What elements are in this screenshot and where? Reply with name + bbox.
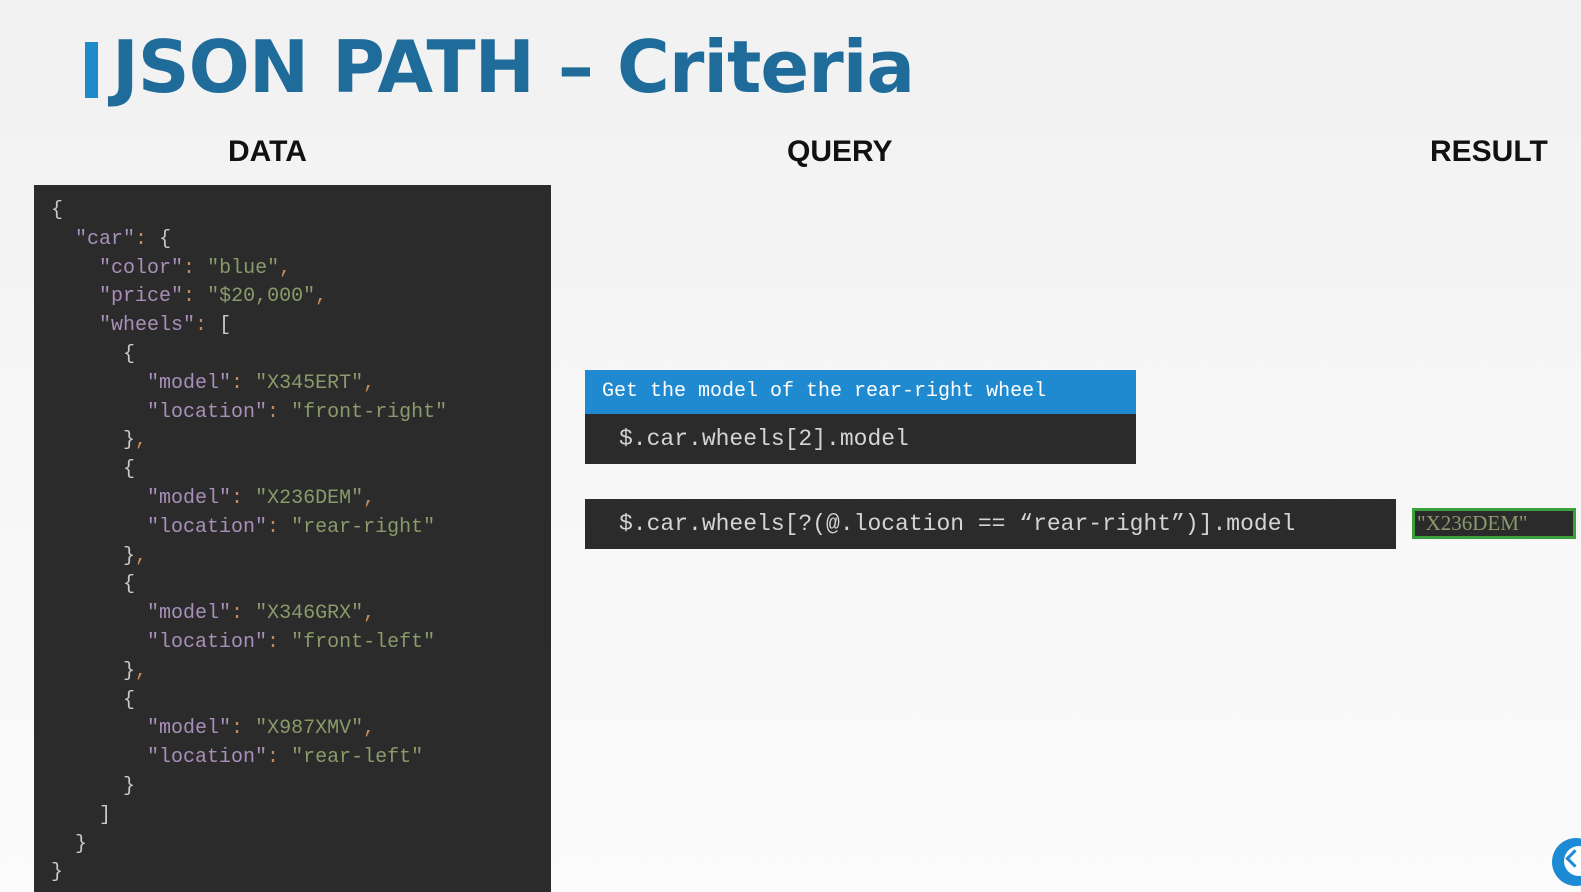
wheel-location-value: "front-left" — [291, 630, 436, 654]
query-result-value: "X236DEM" — [1412, 508, 1576, 539]
result-column-heading: RESULT — [1430, 135, 1548, 168]
json-value-price: "$20,000" — [207, 285, 316, 309]
query-index-code: $.car.wheels[2].model — [585, 414, 1136, 464]
wheel-location-value: "front-right" — [291, 400, 448, 424]
json-key-wheels: "wheels" — [99, 314, 196, 338]
query-question-banner: Get the model of the rear-right wheel — [585, 370, 1136, 414]
wheel-model-value: "X236DEM" — [255, 486, 364, 510]
wheel-location-key: "location" — [147, 630, 268, 654]
wheel-model-key: "model" — [147, 602, 232, 626]
wheel-model-value: "X346GRX" — [255, 602, 364, 626]
json-code-block: { "car": { "color": "blue", "price": "$2… — [51, 199, 448, 885]
wheel-model-key: "model" — [147, 486, 232, 510]
wheel-model-value: "X987XMV" — [255, 717, 364, 741]
wheel-location-key: "location" — [147, 515, 268, 539]
slide-title: JSON PATH – Criteria — [112, 25, 915, 109]
json-key-car: "car" — [75, 227, 136, 251]
wheel-model-key: "model" — [147, 717, 232, 741]
wheel-model-value: "X345ERT" — [255, 371, 364, 395]
json-key-color: "color" — [99, 256, 184, 280]
wheel-model-key: "model" — [147, 371, 232, 395]
wheel-location-value: "rear-left" — [291, 746, 424, 770]
wheel-location-value: "rear-right" — [291, 515, 436, 539]
json-data-panel: { "car": { "color": "blue", "price": "$2… — [34, 185, 551, 892]
query-filter-code: $.car.wheels[?(@.location == “rear-right… — [585, 499, 1396, 549]
data-column-heading: DATA — [228, 135, 307, 168]
json-key-price: "price" — [99, 285, 184, 309]
title-accent-bar — [85, 42, 98, 98]
wheel-location-key: "location" — [147, 400, 268, 424]
wheel-location-key: "location" — [147, 746, 268, 770]
json-value-color: "blue" — [207, 256, 280, 280]
query-column-heading: QUERY — [787, 135, 893, 168]
